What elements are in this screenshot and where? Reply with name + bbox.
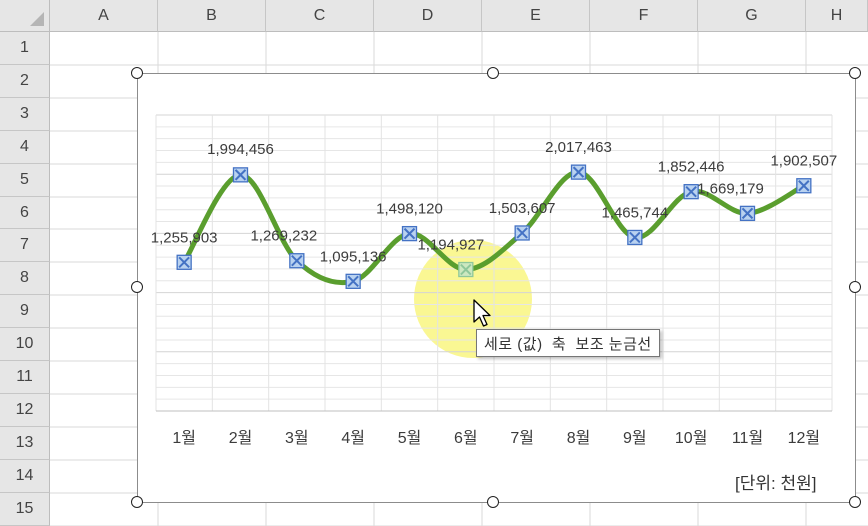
data-point-marker[interactable] (739, 205, 756, 222)
data-point-marker[interactable] (289, 253, 305, 269)
data-label[interactable]: 1,465,744 (601, 204, 668, 221)
x-tick-label: 5월 (398, 429, 422, 447)
unit-label: [단위: 천원] (735, 474, 817, 493)
data-label[interactable]: 1,194,927 (417, 237, 484, 254)
x-tick-label: 7월 (510, 429, 534, 447)
resize-handle-bottom-left[interactable] (131, 496, 143, 508)
data-point-marker[interactable] (232, 167, 249, 183)
x-tick-label: 12월 (788, 429, 821, 447)
data-point-marker[interactable] (514, 225, 530, 241)
data-label[interactable]: 1,498,120 (376, 201, 443, 218)
tooltip: 세로 (값) 축 보조 눈금선 (476, 329, 660, 357)
data-point-marker[interactable] (176, 254, 192, 270)
data-label[interactable]: 1,994,456 (207, 141, 274, 158)
line-chart[interactable]: 1,255,903 1,994,456 1,269,2321,095,136 1,49… (0, 0, 868, 526)
resize-handle-left[interactable] (131, 281, 143, 293)
resize-handle-top-right[interactable] (849, 67, 861, 79)
data-point-marker[interactable] (345, 273, 361, 289)
data-label[interactable]: 1,669,179 (697, 180, 764, 197)
chart-gridlines (155, 114, 833, 412)
x-tick-label: 11월 (732, 429, 763, 447)
x-tick-label: 4월 (341, 429, 365, 447)
resize-handle-top-left[interactable] (131, 67, 143, 79)
x-tick-label: 6월 (454, 429, 478, 447)
resize-handle-right[interactable] (849, 281, 861, 293)
resize-handle-bottom[interactable] (487, 496, 499, 508)
resize-handle-top[interactable] (487, 67, 499, 79)
data-label[interactable]: 1,095,136 (320, 248, 387, 265)
mouse-pointer-icon (473, 299, 491, 327)
data-label[interactable]: 1,902,507 (770, 153, 837, 170)
data-point-marker[interactable] (683, 184, 699, 200)
x-tick-label: 1월 (172, 429, 196, 447)
x-tick-label: 8월 (567, 429, 591, 447)
x-tick-label: 9월 (623, 429, 647, 447)
data-point-marker[interactable] (796, 178, 812, 194)
data-label[interactable]: 1,503,607 (489, 200, 556, 217)
data-point-marker[interactable] (627, 229, 643, 246)
data-label[interactable]: 1,255,903 (151, 229, 218, 246)
data-point-marker[interactable] (401, 225, 418, 242)
data-point-marker[interactable] (458, 261, 474, 278)
x-tick-label: 3월 (285, 429, 309, 447)
data-label[interactable]: 1,269,232 (250, 228, 317, 245)
resize-handle-bottom-right[interactable] (849, 496, 861, 508)
data-label[interactable]: 1,852,446 (658, 159, 725, 176)
data-point-marker[interactable] (570, 164, 587, 180)
x-tick-label: 2월 (229, 429, 253, 447)
data-label[interactable]: 2,017,463 (545, 139, 612, 156)
x-tick-label: 10월 (675, 429, 708, 447)
